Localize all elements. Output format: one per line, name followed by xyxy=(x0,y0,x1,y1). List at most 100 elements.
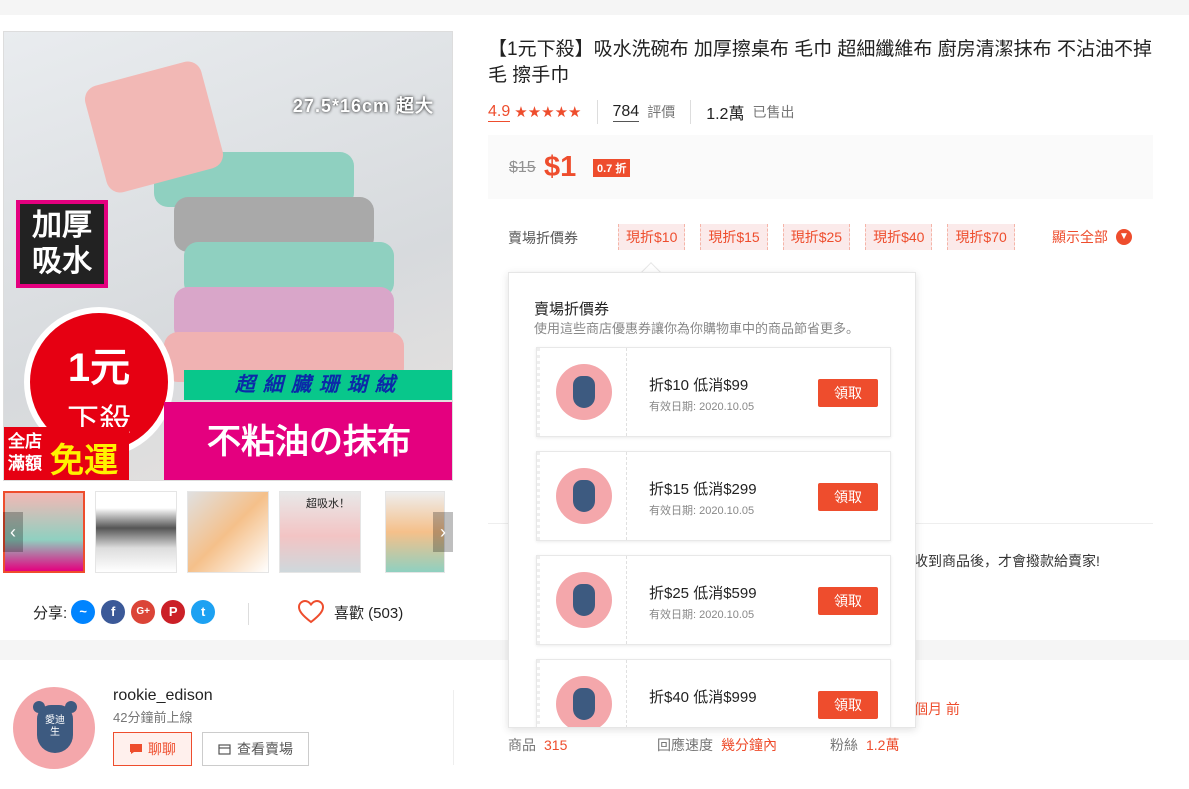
reviews-count[interactable]: 784 xyxy=(612,103,640,122)
share-row: 分享: ~ f G+ P t xyxy=(33,600,216,624)
chat-button[interactable]: 聊聊 xyxy=(113,732,192,766)
sale-price: $1 xyxy=(544,151,577,183)
voucher-tag[interactable]: 現折$25 xyxy=(782,224,851,250)
voucher-tags: 現折$10 現折$15 現折$25 現折$40 現折$70 xyxy=(618,224,1030,250)
claim-button[interactable]: 領取 xyxy=(818,587,878,615)
voucher-expiry: 有效日期: 2020.10.05 xyxy=(649,401,755,413)
coral-fleece-banner: 超細臓珊瑚絨 xyxy=(184,370,452,400)
claim-button[interactable]: 領取 xyxy=(818,483,878,511)
shop-icon xyxy=(218,744,231,755)
like-button[interactable]: 喜歡 (503) xyxy=(298,600,403,624)
shop-avatar-small xyxy=(556,364,612,420)
shop-avatar[interactable]: 愛迪生 xyxy=(13,687,95,769)
thumbnail-4[interactable]: 超吸水！ xyxy=(279,491,361,573)
google-plus-icon[interactable]: G+ xyxy=(131,600,156,624)
reviews-label: 評價 xyxy=(647,104,676,120)
price-box: $15 $1 0.7 折 xyxy=(488,135,1153,199)
chevron-down-icon: ▼ xyxy=(1116,229,1132,245)
thumbnail-strip: 超吸水！ ‹ › xyxy=(3,490,453,574)
facebook-icon[interactable]: f xyxy=(101,600,126,624)
popup-title: 賣場折價券 xyxy=(534,301,610,318)
shop-joined-text: 個月 前 xyxy=(914,701,960,717)
bear-logo xyxy=(573,584,595,616)
pinterest-icon[interactable]: P xyxy=(161,600,186,624)
bear-logo xyxy=(573,480,595,512)
main-product-image[interactable]: 27.5*16cm 超大 加厚吸水 1元 下殺 超細臓珊瑚絨 不粘油の抹布 全店… xyxy=(3,31,453,481)
messenger-icon[interactable]: ~ xyxy=(71,600,96,624)
twitter-icon[interactable]: t xyxy=(191,600,216,624)
free-shipping-large: 免運 xyxy=(50,442,118,480)
show-all-vouchers[interactable]: 顯示全部 ▼ xyxy=(1052,227,1132,247)
claim-button[interactable]: 領取 xyxy=(818,379,878,407)
bear-logo xyxy=(573,688,595,720)
followers-value: 1.2萬 xyxy=(866,737,900,753)
claim-button[interactable]: 領取 xyxy=(818,691,878,719)
shop-avatar-small xyxy=(556,572,612,628)
shop-avatar-small xyxy=(556,676,612,727)
voucher-popup: 賣場折價券 使用這些商店優惠券讓你為你購物車中的商品節省更多。 折$10 低消$… xyxy=(508,272,916,728)
thumbnail-2[interactable] xyxy=(95,491,177,573)
voucher-tag[interactable]: 現折$15 xyxy=(700,224,768,250)
free-shipping-small: 全店滿額 xyxy=(8,432,42,473)
view-shop-button[interactable]: 查看賣場 xyxy=(202,732,309,766)
voucher-card-logo-area xyxy=(537,660,627,727)
shop-products-stat: 商品 315 xyxy=(508,735,567,755)
thumbnail-4-label: 超吸水！ xyxy=(306,498,350,510)
shop-followers-stat: 粉絲 1.2萬 xyxy=(830,735,899,755)
voucher-expiry: 有效日期: 2020.10.05 xyxy=(649,609,755,621)
shop-avatar-small xyxy=(556,468,612,524)
thumbnail-3[interactable] xyxy=(187,491,269,573)
thick-absorbent-tag: 加厚吸水 xyxy=(16,200,108,288)
share-label: 分享: xyxy=(33,604,68,622)
free-shipping-badge: 全店滿額 免運 xyxy=(4,427,129,480)
bear-ear xyxy=(65,701,77,713)
voucher-card-logo-area xyxy=(537,348,627,436)
thumb-next-arrow[interactable]: › xyxy=(433,512,453,552)
rating-value[interactable]: 4.9 xyxy=(488,103,511,122)
original-price: $15 xyxy=(509,159,536,176)
voucher-name: 折$25 低消$599 xyxy=(649,585,757,602)
voucher-label: 賣場折價券 xyxy=(508,230,578,246)
show-all-label: 顯示全部 xyxy=(1052,229,1108,245)
voucher-tag[interactable]: 現折$40 xyxy=(865,224,933,250)
rating-stats-row: 4.9 ★★★★★ 784 評價 1.2萬 已售出 xyxy=(488,100,795,124)
thumb-prev-arrow[interactable]: ‹ xyxy=(3,512,23,552)
share-divider xyxy=(248,603,249,625)
bear-ear xyxy=(33,701,45,713)
voucher-card: 折$15 低消$299 有效日期: 2020.10.05 領取 xyxy=(536,451,891,541)
voucher-tag[interactable]: 現折$70 xyxy=(947,224,1015,250)
chat-label: 聊聊 xyxy=(148,741,176,757)
followers-label: 粉絲 xyxy=(830,737,858,753)
discount-badge: 0.7 折 xyxy=(593,159,631,177)
shop-divider xyxy=(453,690,454,765)
rating-stars-icon: ★★★★★ xyxy=(514,104,582,121)
view-shop-label: 查看賣場 xyxy=(237,741,293,757)
voucher-tag[interactable]: 現折$10 xyxy=(618,224,686,250)
sold-label: 已售出 xyxy=(752,104,795,120)
non-stick-banner: 不粘油の抹布 xyxy=(164,402,452,480)
sold-count: 1.2萬 xyxy=(706,106,745,123)
shopee-guarantee-text: 收到商品後，才會撥款給賣家! xyxy=(914,553,1100,569)
shop-name: rookie_edison xyxy=(113,687,213,704)
product-title: 【1元下殺】吸水洗碗布 加厚擦桌布 毛巾 超細纖維布 廚房清潔抹布 不沾油不掉毛… xyxy=(488,39,1152,86)
products-label: 商品 xyxy=(508,737,536,753)
voucher-name: 折$40 低消$999 xyxy=(649,689,757,706)
bear-logo xyxy=(573,376,595,408)
shop-response-stat: 回應速度 幾分鐘內 xyxy=(657,735,777,755)
stats-divider xyxy=(690,100,692,124)
like-label: 喜歡 (503) xyxy=(334,604,404,622)
voucher-card-logo-area xyxy=(537,452,627,540)
voucher-name: 折$15 低消$299 xyxy=(649,481,757,498)
products-value: 315 xyxy=(544,737,568,753)
voucher-card: 折$10 低消$99 有效日期: 2020.10.05 領取 xyxy=(536,347,891,437)
stats-divider xyxy=(596,100,598,124)
response-value: 幾分鐘內 xyxy=(721,737,777,753)
circle-top-text: 1元 xyxy=(67,346,131,390)
size-text: 27.5*16cm 超大 xyxy=(292,96,434,116)
chat-icon xyxy=(130,744,142,754)
voucher-card: 折$25 低消$599 有效日期: 2020.10.05 領取 xyxy=(536,555,891,645)
popup-subtitle: 使用這些商店優惠券讓你為你購物車中的商品節省更多。 xyxy=(534,321,860,336)
voucher-expiry: 有效日期: 2020.10.05 xyxy=(649,505,755,517)
voucher-card-logo-area xyxy=(537,556,627,644)
heart-icon xyxy=(298,600,324,624)
